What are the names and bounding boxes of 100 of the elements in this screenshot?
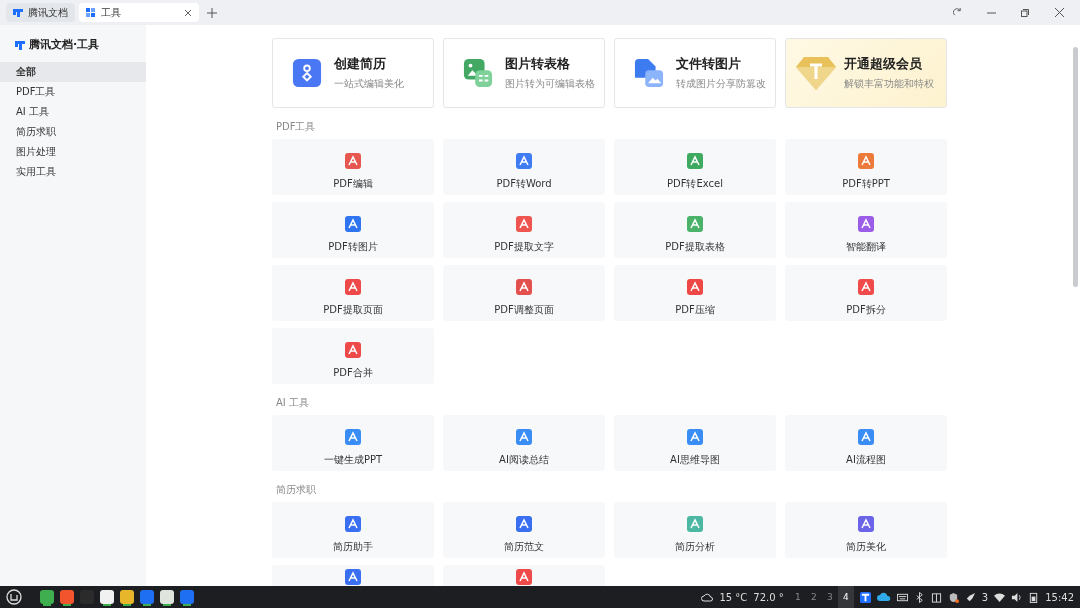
tool-card[interactable]: PDF转图片 [272,202,434,258]
tool-card[interactable]: PDF提取页面 [272,265,434,321]
tool-label: 一键生成PPT [323,453,383,467]
document-icon [858,279,874,295]
tool-label: PDF转PPT [842,177,890,191]
tool-card[interactable]: PDF压缩 [614,265,776,321]
maximize-icon[interactable] [1021,8,1029,17]
sidebar-item[interactable]: 实用工具 [0,162,146,182]
diamond-icon [796,55,836,91]
tool-label: PDF压缩 [675,303,715,317]
section-heading: PDF工具 [276,120,317,134]
document-icon [858,216,874,232]
tool-label: 简历美化 [846,540,886,554]
start-menu-icon[interactable] [6,589,22,605]
document-icon [345,153,361,169]
app-title: 腾讯文档·工具 [29,37,100,52]
document-icon [687,216,703,232]
card-subtitle: 转成图片分享防篡改 [676,77,766,91]
cloud-icon [701,592,714,602]
tool-card[interactable]: PDF调整页面 [443,265,605,321]
tool-card[interactable]: PDF转PPT [785,139,947,195]
tool-card[interactable]: 简历范文 [443,502,605,558]
tool-card[interactable]: PDF转Excel [614,139,776,195]
tool-card[interactable]: AI阅读总结 [443,415,605,471]
tool-label: 简历助手 [333,540,373,554]
card-title: 文件转图片 [676,55,742,73]
sidebar-item[interactable]: AI 工具 [0,102,146,122]
close-icon[interactable] [1054,8,1064,17]
shield-icon[interactable] [947,591,959,603]
feature-card[interactable]: 开通超级会员 解锁丰富功能和特权 [785,38,947,108]
tool-label: PDF转Word [496,177,552,191]
tab-icon [86,7,96,18]
feature-card[interactable]: 创建简历 一站式编辑美化 [272,38,434,108]
clock: 15:42 [1045,591,1074,603]
document-icon [345,342,361,358]
document-icon [858,429,874,445]
notification-count: 3 [981,591,989,603]
weather-reading: 72.0 ° [753,591,784,603]
cloud-icon[interactable] [876,592,891,602]
document-icon [345,216,361,232]
file-image-icon [634,58,664,88]
battery-icon[interactable] [1028,591,1040,603]
sidebar-item[interactable]: 全部 [0,62,146,82]
tool-label: PDF提取表格 [665,240,725,254]
tool-card[interactable]: AI思维导图 [614,415,776,471]
document-icon [687,279,703,295]
tool-card[interactable]: 一键生成PPT [272,415,434,471]
section-heading: AI 工具 [276,396,310,410]
tool-label: AI流程图 [846,453,886,467]
sidebar-item[interactable]: 简历求职 [0,122,146,142]
tool-card[interactable]: PDF转Word [443,139,605,195]
wifi-icon[interactable] [994,591,1006,603]
tool-label: PDF转Excel [667,177,723,191]
new-tab-icon[interactable] [207,7,217,18]
keyboard-icon[interactable] [896,591,908,603]
tool-label: 简历分析 [675,540,715,554]
document-icon [858,153,874,169]
tool-card[interactable]: PDF拆分 [785,265,947,321]
tool-card[interactable]: PDF提取表格 [614,202,776,258]
tool-card[interactable]: PDF编辑 [272,139,434,195]
card-title: 开通超级会员 [844,55,923,73]
browser-tab[interactable]: 工具 [79,3,199,22]
sidebar-item[interactable]: 图片处理 [0,142,146,162]
volume-icon[interactable] [1011,591,1023,603]
tool-label: PDF转图片 [328,240,378,254]
tool-label: PDF提取文字 [494,240,554,254]
weather-text: 15 °C [719,591,748,603]
card-title: 创建简历 [334,55,387,73]
tool-card[interactable]: 简历分析 [614,502,776,558]
tool-label: PDF提取页面 [323,303,383,317]
tool-label: PDF合并 [333,366,373,380]
tool-label: PDF拆分 [846,303,886,317]
refresh-icon[interactable] [952,8,962,17]
tab-icon [13,7,23,18]
card-title: 图片转表格 [505,55,571,73]
document-icon [345,279,361,295]
scrollbar[interactable] [1073,47,1078,287]
app-tray-icon[interactable] [859,591,871,603]
app-logo-icon [14,38,26,51]
document-icon [345,429,361,445]
document-icon [687,153,703,169]
tool-card[interactable]: PDF合并 [272,328,434,384]
image-table-icon [463,58,493,88]
document-icon [345,569,361,585]
tool-card[interactable]: PDF提取文字 [443,202,605,258]
feature-card[interactable]: 文件转图片 转成图片分享防篡改 [614,38,776,108]
document-icon [516,569,532,585]
sidebar-item[interactable]: PDF工具 [0,82,146,102]
section-heading: 简历求职 [276,483,317,497]
tool-label: PDF调整页面 [494,303,554,317]
close-icon[interactable] [184,8,192,17]
resume-icon [292,58,322,88]
tool-card[interactable]: 简历美化 [785,502,947,558]
tool-card[interactable]: AI流程图 [785,415,947,471]
document-icon [858,516,874,532]
tool-label: 简历范文 [504,540,544,554]
feature-card[interactable]: 图片转表格 图片转为可编辑表格 [443,38,605,108]
tool-card[interactable]: 智能翻译 [785,202,947,258]
browser-tab[interactable]: 腾讯文档 [6,3,75,22]
tool-card[interactable]: 简历助手 [272,502,434,558]
